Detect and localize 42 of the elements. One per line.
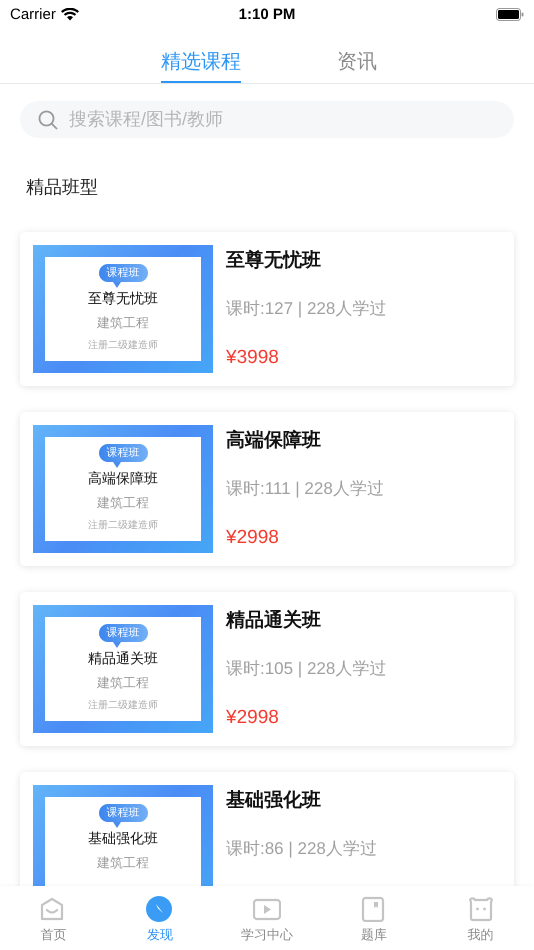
- thumbnail-title: 至尊无忧班: [88, 290, 158, 308]
- course-meta: 课时:111 | 228人学过: [226, 478, 384, 500]
- carrier-label: Carrier: [10, 6, 56, 22]
- course-name: 精品通关班: [226, 608, 322, 633]
- tab-bar-item[interactable]: 发现: [106, 886, 214, 950]
- course-name: 至尊无忧班: [226, 248, 322, 273]
- section-title: 精品班型: [26, 176, 99, 199]
- search-field[interactable]: 搜索课程/图书/教师: [20, 101, 514, 138]
- course-meta: 课时:105 | 228人学过: [226, 658, 386, 680]
- play-icon: [252, 896, 281, 922]
- thumbnail-title: 精品通关班: [88, 650, 158, 668]
- tab-bar-item[interactable]: 题库: [320, 886, 428, 950]
- thumbnail-caption: 注册二级建造师: [88, 338, 158, 352]
- tab[interactable]: 精选课程: [161, 28, 241, 83]
- course-meta: 课时:86 | 228人学过: [226, 838, 377, 860]
- course-meta: 课时:127 | 228人学过: [226, 298, 386, 320]
- thumbnail-caption: 注册二级建造师: [88, 518, 158, 532]
- tab-bar-item[interactable]: 学习中心: [214, 886, 320, 950]
- course-card[interactable]: 课程班 高端保障班 建筑工程 注册二级建造师 高端保障班 课时:111 | 228人学过 ¥2998: [20, 412, 514, 566]
- tab[interactable]: 资讯: [337, 28, 377, 83]
- course-card[interactable]: 课程班 精品通关班 建筑工程 注册二级建造师 精品通关班 课时:105 | 228人学过 ¥2998: [20, 592, 514, 746]
- tab-bar-item[interactable]: 我的: [427, 886, 534, 950]
- thumbnail-subject: 建筑工程: [97, 674, 149, 692]
- course-card[interactable]: 课程班 至尊无忧班 建筑工程 注册二级建造师 至尊无忧班 课时:127 | 228人学过 ¥3998: [20, 232, 514, 386]
- wifi-icon: [60, 8, 79, 20]
- time-label: 1:10 PM: [238, 6, 296, 22]
- course-name: 高端保障班: [226, 428, 322, 453]
- battery-icon: [496, 8, 524, 20]
- tab-bar-item[interactable]: 首页: [0, 886, 107, 950]
- bear-face-icon: [466, 896, 495, 922]
- compass-icon: [146, 896, 174, 922]
- thumbnail-title: 基础强化班: [88, 830, 158, 848]
- course-card[interactable]: 课程班 基础强化班 建筑工程 基础强化班 课时:86 | 228人学过: [20, 772, 514, 886]
- thumbnail-subject: 建筑工程: [97, 314, 149, 332]
- course-price: ¥3998: [226, 347, 280, 370]
- thumbnail-caption: 注册二级建造师: [88, 698, 158, 712]
- thumbnail-title: 高端保障班: [88, 470, 158, 488]
- course-name: 基础强化班: [226, 789, 322, 813]
- course-price: ¥2998: [226, 707, 280, 730]
- course-price: ¥2998: [226, 527, 280, 550]
- thumbnail-subject: 建筑工程: [97, 854, 149, 872]
- thumbnail-subject: 建筑工程: [97, 494, 149, 512]
